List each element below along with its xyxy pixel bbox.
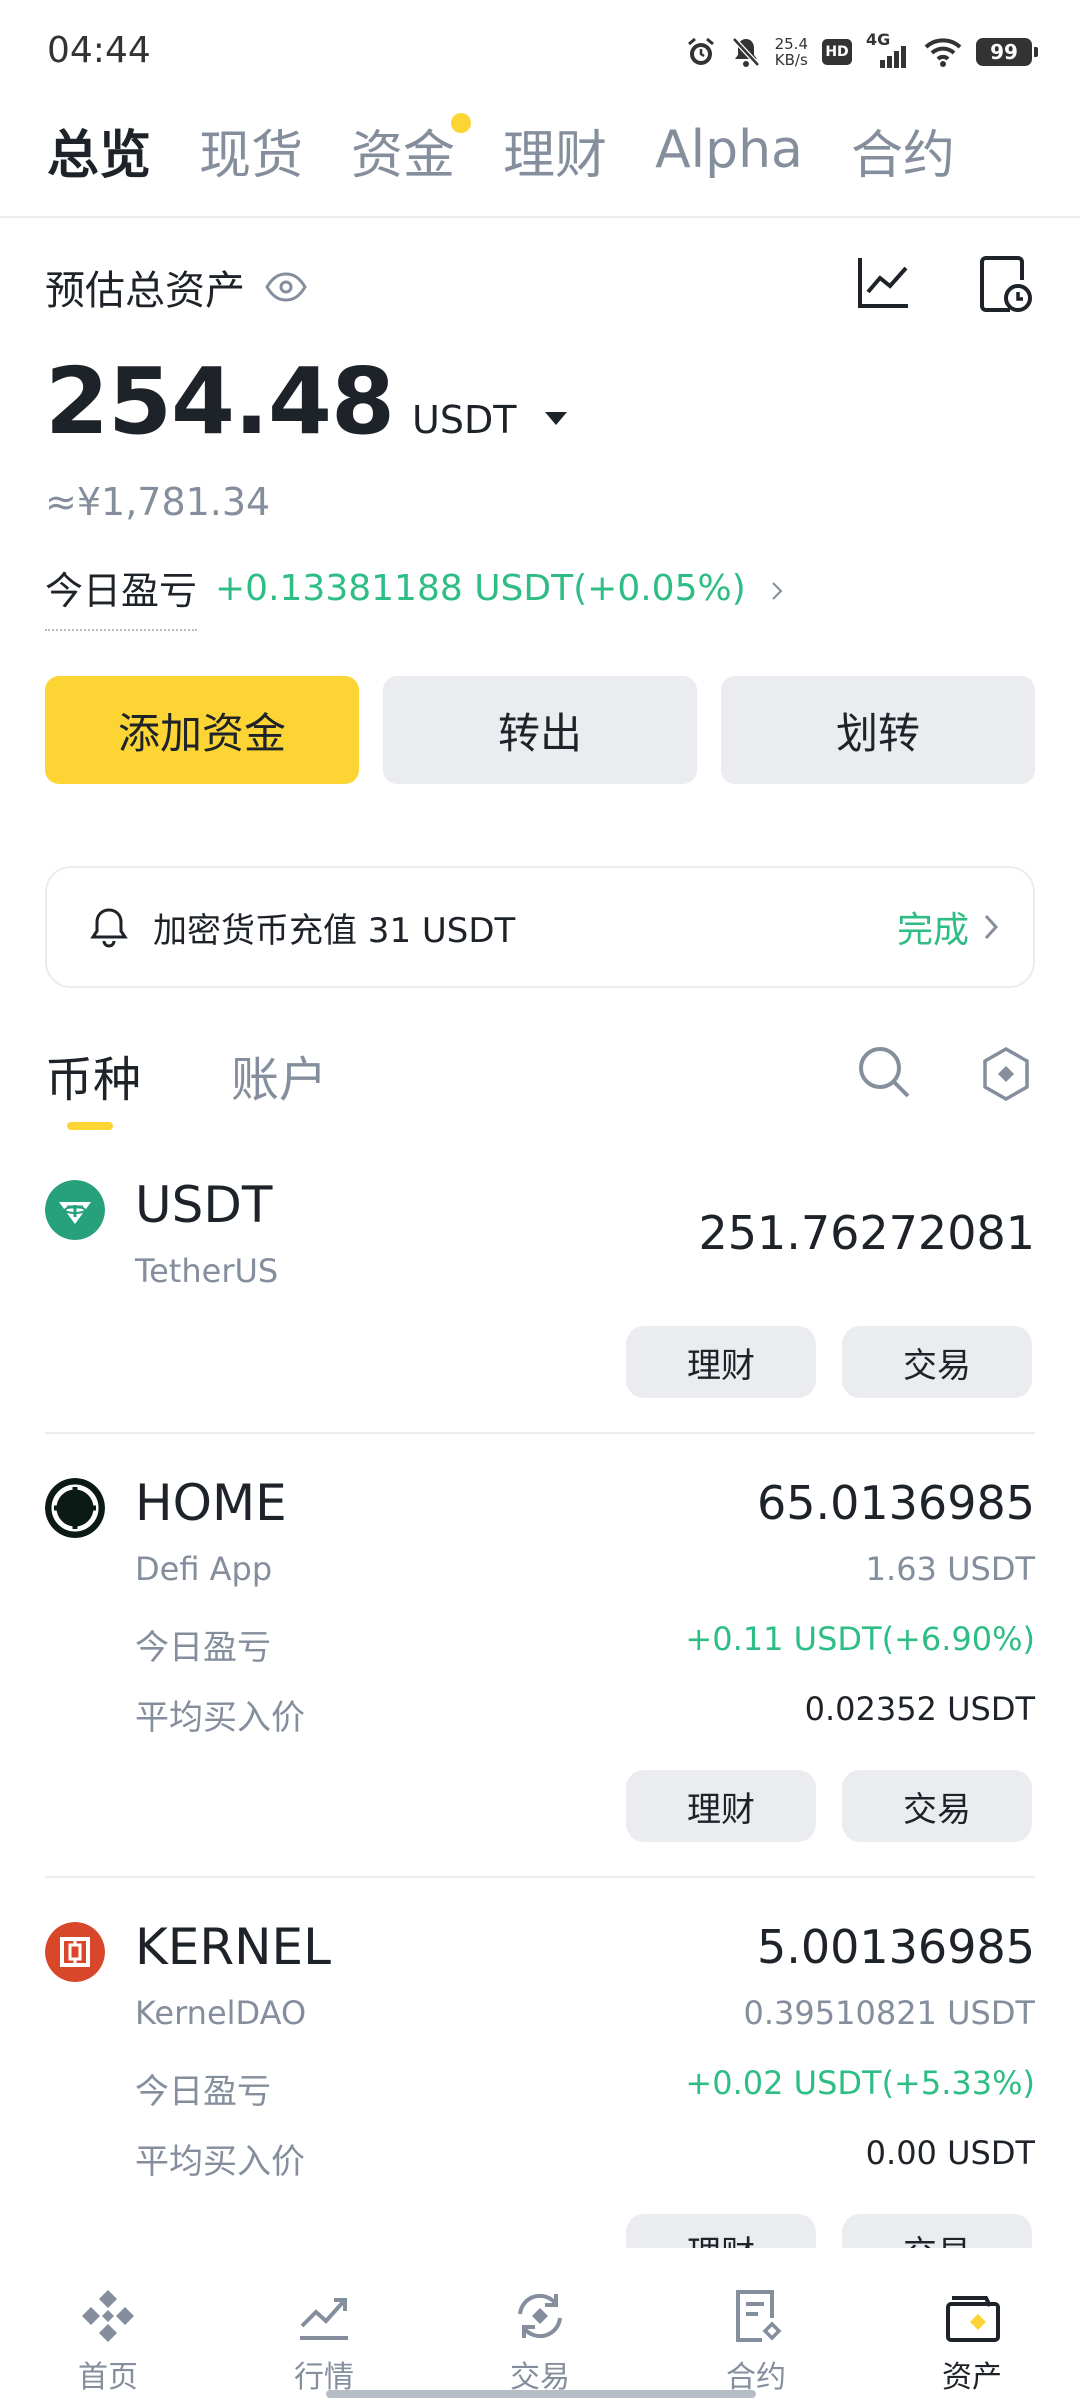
today-pnl-label: 今日盈亏 <box>135 1628 271 1668</box>
earn-button[interactable]: 理财 <box>626 2214 816 2248</box>
nav-futures[interactable]: 合约 <box>648 2248 864 2400</box>
network-speed: 25.4 KB/s <box>775 36 808 68</box>
defi-app-icon <box>45 1478 105 1538</box>
today-pnl-value: +0.02 USDT(+5.33%) <box>685 2064 1035 2102</box>
wifi-icon <box>924 38 962 67</box>
trade-button[interactable]: 交易 <box>842 1770 1032 1842</box>
coin-amount: 5.00136985 <box>756 1922 1035 1974</box>
coin-symbol: HOME <box>135 1474 287 1532</box>
notice-complete-link[interactable]: 完成 <box>897 901 999 953</box>
tab-alpha[interactable]: Alpha <box>655 120 803 180</box>
estimated-assets-label: 预估总资产 <box>45 258 307 316</box>
coin-amount: 251.76272081 <box>698 1206 1035 1260</box>
total-assets: 254.48 USDT <box>45 348 567 455</box>
trade-icon <box>518 2293 562 2339</box>
home-icon <box>82 2290 134 2342</box>
tab-overview[interactable]: 总览 <box>47 113 151 188</box>
tab-futures[interactable]: 合约 <box>851 113 955 188</box>
currency-unit: USDT <box>412 398 517 442</box>
tab-coins[interactable]: 币种 <box>45 1040 141 1130</box>
today-pnl-value: +0.13381188 USDT(+0.05%) <box>215 568 746 609</box>
coin-symbol: KERNEL <box>135 1922 331 1976</box>
avg-buy-price-label: 平均买入价 <box>135 2142 305 2182</box>
add-funds-button[interactable]: 添加资金 <box>45 676 359 784</box>
coin-item-home[interactable]: HOME Defi App 65.0136985 1.63 USDT 今日盈亏 … <box>45 1474 1035 1848</box>
earn-button[interactable]: 理财 <box>626 1326 816 1398</box>
battery-indicator: 99 <box>976 38 1038 66</box>
chevron-right-icon <box>772 581 783 600</box>
cellular-signal-icon: 4G <box>866 30 910 68</box>
top-divider <box>0 216 1080 218</box>
tab-earn[interactable]: 理财 <box>503 113 607 188</box>
today-pnl-value: +0.11 USDT(+6.90%) <box>685 1620 1035 1658</box>
search-icon[interactable] <box>856 1044 912 1100</box>
earn-button[interactable]: 理财 <box>626 1770 816 1842</box>
coin-value: 1.63 USDT <box>865 1550 1035 1588</box>
history-icon[interactable] <box>978 254 1034 314</box>
tab-funding[interactable]: 资金 <box>351 112 472 188</box>
caret-down-icon <box>544 412 567 425</box>
notice-complete-label: 完成 <box>896 910 969 951</box>
avg-buy-price-value: 0.02352 USDT <box>804 1690 1035 1728</box>
nav-trade[interactable]: 交易 <box>432 2248 648 2400</box>
home-indicator[interactable] <box>326 2390 756 2398</box>
notice-text: 加密货币充值 31 USDT <box>153 910 516 951</box>
avg-buy-price-label: 平均买入价 <box>135 1698 305 1738</box>
asset-sub-tabs: 币种 账户 <box>45 1040 327 1130</box>
alarm-icon <box>687 37 714 65</box>
kerneldao-icon <box>45 1922 105 1982</box>
action-buttons: 添加资金 转出 划转 <box>45 676 1035 784</box>
coin-amount: 65.0136985 <box>756 1476 1035 1530</box>
mute-icon <box>731 37 760 67</box>
tab-spot[interactable]: 现货 <box>199 113 303 188</box>
nav-assets[interactable]: 资产 <box>864 2248 1080 2400</box>
nav-home-label: 首页 <box>78 2360 138 2395</box>
estimated-assets-text: 预估总资产 <box>45 268 245 314</box>
top-tabs: 总览 现货 资金 理财 Alpha 合约 <box>47 112 1003 188</box>
coin-symbol: USDT <box>135 1176 273 1234</box>
notification-dot <box>451 112 472 133</box>
today-pnl-label: 今日盈亏 <box>135 2072 271 2112</box>
currency-selector[interactable]: USDT <box>412 398 567 442</box>
trade-button[interactable]: 交易 <box>842 1326 1032 1398</box>
avg-buy-price-value: 0.00 USDT <box>865 2134 1035 2172</box>
status-icons: 25.4 KB/s HD 4G 99 <box>685 30 1038 74</box>
status-time: 04:44 <box>47 30 151 71</box>
chevron-right-icon <box>984 914 999 940</box>
settings-hexagon-icon[interactable] <box>980 1046 1032 1102</box>
status-bar: 04:44 25.4 KB/s HD 4G 99 <box>0 0 1080 100</box>
coin-value: 0.39510821 USDT <box>743 1994 1036 2032</box>
nav-home[interactable]: 首页 <box>0 2248 216 2400</box>
bell-icon <box>90 908 128 948</box>
deposit-notice[interactable]: 加密货币充值 31 USDT 完成 <box>45 866 1035 988</box>
coin-item-usdt[interactable]: USDT TetherUS 251.76272081 理财 交易 <box>45 1176 1035 1400</box>
today-pnl-label[interactable]: 今日盈亏 <box>45 560 198 631</box>
tab-funding-label: 资金 <box>351 125 456 186</box>
nav-markets[interactable]: 行情 <box>216 2248 432 2400</box>
eye-icon[interactable] <box>265 272 307 302</box>
bottom-nav: 首页 行情 交易 合约 资产 <box>0 2248 1080 2400</box>
wallet-icon <box>946 2296 1000 2342</box>
list-divider <box>45 1876 1035 1878</box>
tab-accounts[interactable]: 账户 <box>231 1040 327 1110</box>
futures-icon <box>736 2290 782 2342</box>
transfer-button[interactable]: 划转 <box>721 676 1035 784</box>
markets-icon <box>300 2298 348 2340</box>
nav-assets-label: 资产 <box>942 2360 1002 2395</box>
cny-value: ≈¥1,781.34 <box>45 480 271 524</box>
withdraw-button[interactable]: 转出 <box>383 676 697 784</box>
chart-icon[interactable] <box>856 254 912 310</box>
network-speed-unit: KB/s <box>774 51 808 69</box>
list-divider <box>45 1432 1035 1434</box>
coin-name: TetherUS <box>135 1252 279 1290</box>
today-pnl[interactable]: 今日盈亏 +0.13381188 USDT(+0.05%) <box>45 560 1045 631</box>
trade-button[interactable]: 交易 <box>842 2214 1032 2248</box>
tether-icon <box>45 1180 105 1240</box>
coin-name: Defi App <box>135 1550 273 1588</box>
total-value: 254.48 <box>45 348 395 455</box>
coin-item-kernel[interactable]: KERNEL KernelDAO 5.00136985 0.39510821 U… <box>45 1922 1035 2248</box>
hd-badge: HD <box>822 39 852 65</box>
network-speed-value: 25.4 <box>774 35 808 53</box>
coin-name: KernelDAO <box>135 1994 307 2032</box>
